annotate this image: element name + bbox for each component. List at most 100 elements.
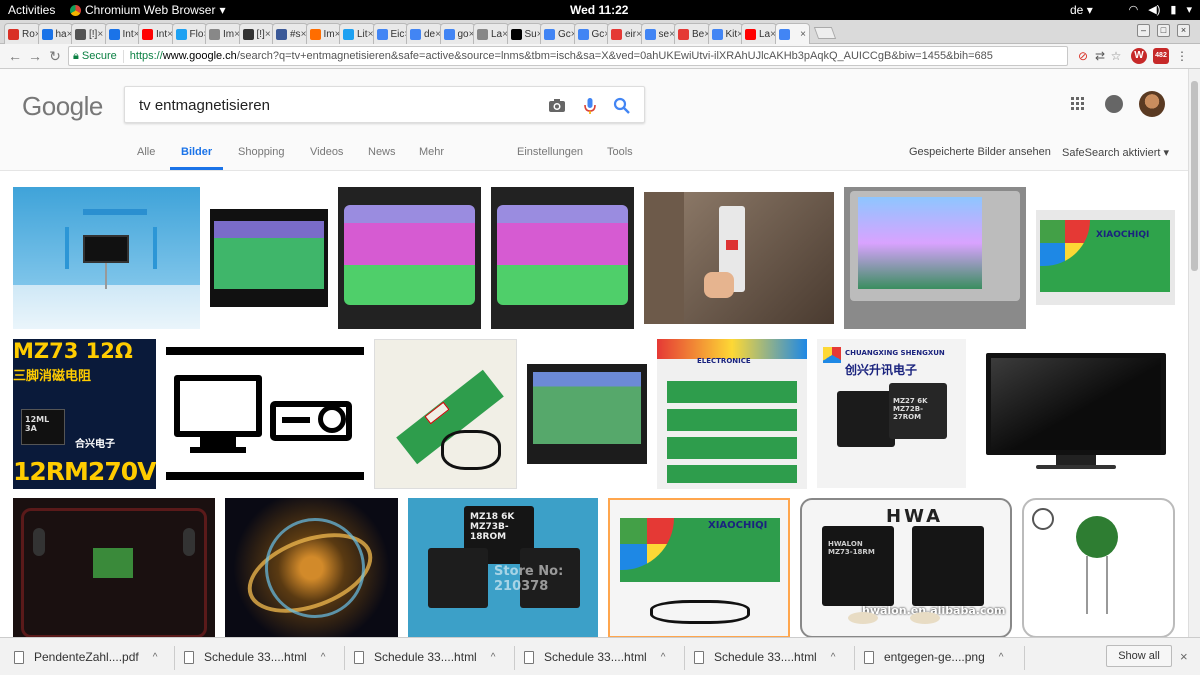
maximize-button[interactable]: □ bbox=[1157, 24, 1170, 37]
image-result[interactable]: MZ18 6K MZ73B-18ROM Store No: 210378 bbox=[408, 498, 598, 637]
download-item[interactable]: Schedule 33....html ^ bbox=[524, 644, 665, 670]
tab-alle[interactable]: Alle bbox=[137, 146, 155, 158]
image-result[interactable] bbox=[166, 347, 364, 480]
back-button[interactable]: ← bbox=[6, 47, 24, 65]
avatar[interactable] bbox=[1139, 91, 1165, 117]
download-item[interactable]: Schedule 33....html ^ bbox=[354, 644, 495, 670]
image-result[interactable]: HWA HWALON MZ73-18RM hwalon.en.alibaba.c… bbox=[800, 498, 1012, 637]
browser-tab[interactable]: go × bbox=[439, 23, 475, 44]
browser-tab[interactable]: Lit × bbox=[339, 23, 375, 44]
browser-tab[interactable]: Be × bbox=[674, 23, 710, 44]
browser-tab[interactable]: La × bbox=[473, 23, 509, 44]
image-result[interactable] bbox=[13, 187, 200, 329]
show-all-downloads-button[interactable]: Show all bbox=[1106, 645, 1172, 667]
secure-indicator[interactable]: 🔒︎ Secure bbox=[73, 49, 124, 63]
browser-tab[interactable]: Gc× bbox=[573, 23, 609, 44]
image-result[interactable]: CHUANGXING SHENGXUN 创兴升讯电子 MZ27 6K MZ72B… bbox=[817, 339, 966, 488]
tab-close-icon[interactable]: × bbox=[265, 29, 271, 40]
browser-tab[interactable]: ha × bbox=[37, 23, 73, 44]
extension-w-icon[interactable]: W bbox=[1131, 48, 1147, 64]
safesearch-menu[interactable]: SafeSearch aktiviert ▾ bbox=[1062, 146, 1169, 159]
extension-badge-icon[interactable]: 482 bbox=[1153, 48, 1169, 64]
image-result[interactable] bbox=[527, 364, 647, 464]
scrollbar-thumb[interactable] bbox=[1191, 81, 1198, 271]
browser-tab[interactable]: Eic× bbox=[372, 23, 408, 44]
browser-tab[interactable]: Im × bbox=[305, 23, 341, 44]
forward-button[interactable]: → bbox=[26, 47, 44, 65]
browser-tab[interactable]: [!] × bbox=[238, 23, 274, 44]
tab-mehr[interactable]: Mehr bbox=[419, 146, 444, 158]
image-result[interactable]: XIAOCHIQI bbox=[608, 498, 790, 637]
clock[interactable]: Wed 11:22 bbox=[570, 3, 628, 17]
download-options-chevron-icon[interactable]: ^ bbox=[831, 652, 836, 663]
saved-images-link[interactable]: Gespeicherte Bilder ansehen bbox=[909, 146, 1051, 158]
tab-news[interactable]: News bbox=[368, 146, 396, 158]
browser-tab[interactable]: La × bbox=[741, 23, 777, 44]
reload-button[interactable]: ↻ bbox=[46, 47, 64, 65]
blocked-popup-icon[interactable]: ⊘ bbox=[1075, 48, 1091, 64]
translate-icon[interactable]: ⇄ bbox=[1092, 48, 1108, 64]
browser-tab[interactable]: Flo× bbox=[171, 23, 207, 44]
tab-einstellungen[interactable]: Einstellungen bbox=[517, 146, 583, 158]
search-icon[interactable] bbox=[612, 96, 632, 116]
microphone-icon[interactable] bbox=[580, 96, 600, 116]
download-options-chevron-icon[interactable]: ^ bbox=[661, 652, 666, 663]
image-result[interactable] bbox=[844, 187, 1026, 329]
keyboard-layout-indicator[interactable]: de ▾ bbox=[1070, 3, 1093, 17]
image-result[interactable] bbox=[225, 498, 398, 637]
download-options-chevron-icon[interactable]: ^ bbox=[491, 652, 496, 663]
apps-grid-icon[interactable] bbox=[1071, 97, 1085, 111]
download-item[interactable]: Schedule 33....html ^ bbox=[694, 644, 835, 670]
download-options-chevron-icon[interactable]: ^ bbox=[321, 652, 326, 663]
minimize-button[interactable]: – bbox=[1137, 24, 1150, 37]
browser-tab[interactable]: Kit× bbox=[707, 23, 743, 44]
browser-tab[interactable]: eir × bbox=[607, 23, 643, 44]
image-result[interactable] bbox=[644, 192, 834, 324]
image-result[interactable]: MZ73 12Ω 三脚消磁电阻 12ML 3A 合兴电子 12RM270V bbox=[13, 339, 156, 489]
google-logo[interactable]: Google bbox=[22, 91, 103, 122]
browser-tab[interactable]: Su× bbox=[506, 23, 542, 44]
browser-tab[interactable]: Im × bbox=[205, 23, 241, 44]
search-box[interactable]: tv entmagnetisieren bbox=[124, 86, 645, 123]
download-item[interactable]: PendenteZahl....pdf ^ bbox=[14, 644, 157, 670]
browser-tab[interactable]: se × bbox=[640, 23, 676, 44]
camera-icon[interactable] bbox=[547, 96, 567, 116]
browser-tab[interactable]: Int × bbox=[138, 23, 174, 44]
tab-bilder[interactable]: Bilder bbox=[181, 146, 212, 158]
tab-shopping[interactable]: Shopping bbox=[238, 146, 285, 158]
image-result[interactable] bbox=[491, 187, 634, 329]
app-menu[interactable]: Chromium Web Browser ▾ bbox=[70, 3, 226, 17]
browser-tab[interactable]: Gc× bbox=[540, 23, 576, 44]
tab-close-icon[interactable]: × bbox=[800, 29, 806, 40]
image-result[interactable] bbox=[338, 187, 481, 329]
tab-close-icon[interactable]: × bbox=[97, 29, 103, 40]
close-shelf-icon[interactable]: × bbox=[1180, 649, 1188, 664]
notifications-bell-icon[interactable] bbox=[1105, 95, 1123, 113]
browser-tab[interactable]: Ro× bbox=[4, 23, 40, 44]
browser-tab[interactable]: [!] × bbox=[71, 23, 107, 44]
browser-tab[interactable]: Int × bbox=[104, 23, 140, 44]
image-result[interactable] bbox=[976, 339, 1175, 489]
activities-button[interactable]: Activities bbox=[8, 3, 55, 17]
menu-icon[interactable]: ⋮ bbox=[1174, 48, 1190, 64]
browser-tab[interactable]: #s × bbox=[272, 23, 308, 44]
image-result[interactable] bbox=[374, 339, 517, 489]
browser-tab[interactable]: × bbox=[774, 23, 810, 44]
new-tab-button[interactable] bbox=[813, 27, 837, 39]
image-result[interactable] bbox=[210, 209, 328, 307]
image-result[interactable]: XIAOCHIQI bbox=[1036, 210, 1175, 305]
bookmark-star-icon[interactable]: ☆ bbox=[1108, 48, 1124, 64]
browser-tab[interactable]: de × bbox=[406, 23, 442, 44]
download-options-chevron-icon[interactable]: ^ bbox=[153, 652, 158, 663]
tab-tools[interactable]: Tools bbox=[607, 146, 633, 158]
tab-videos[interactable]: Videos bbox=[310, 146, 343, 158]
address-bar[interactable]: 🔒︎ Secure https://www.google.ch/search?q… bbox=[68, 46, 1068, 66]
download-item[interactable]: entgegen-ge....png ^ bbox=[864, 644, 1003, 670]
image-result[interactable] bbox=[13, 498, 215, 637]
download-options-chevron-icon[interactable]: ^ bbox=[999, 652, 1004, 663]
system-tray[interactable]: ◠ ◀) ▮ ▾ bbox=[1129, 3, 1192, 16]
page-scrollbar[interactable] bbox=[1188, 69, 1200, 637]
image-result[interactable]: ELECTRONICE bbox=[657, 339, 807, 489]
close-window-button[interactable]: × bbox=[1177, 24, 1190, 37]
image-result[interactable] bbox=[1022, 498, 1175, 637]
